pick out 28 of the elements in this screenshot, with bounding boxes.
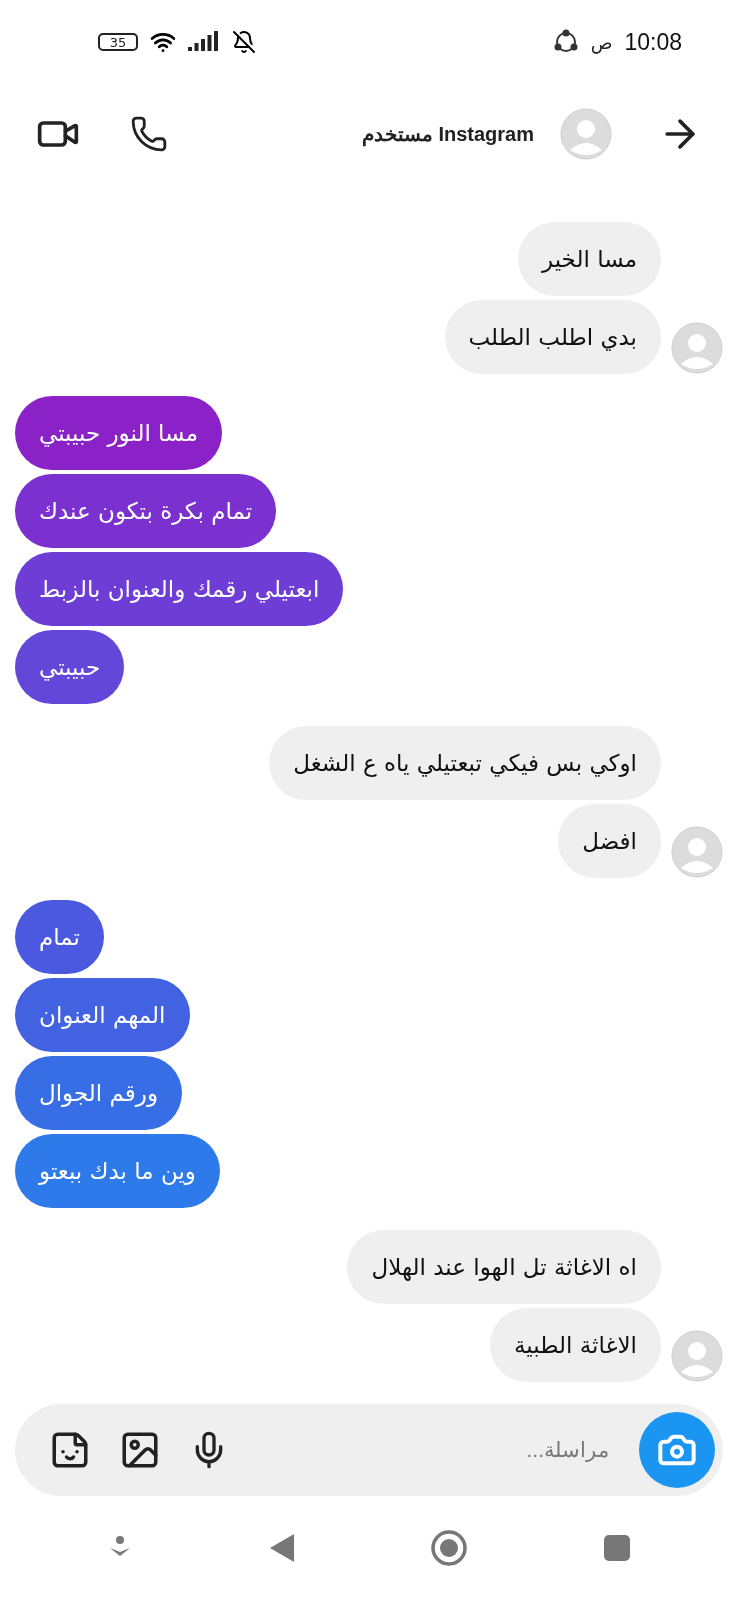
message-input[interactable]: مراسلة... — [257, 1437, 611, 1463]
clock-time: 10:08 — [624, 28, 682, 56]
sent-message: المهم العنوان — [15, 978, 190, 1052]
muted-bell-icon — [232, 30, 256, 54]
battery-icon: 35 — [98, 33, 138, 51]
signal-icon — [188, 31, 220, 53]
period-label: ص — [590, 31, 613, 53]
received-message: اه الاغاثة تل الهوا عند الهلال — [347, 1230, 661, 1304]
sent-message: تمام — [15, 900, 104, 974]
received-message: الاغاثة الطبية — [489, 1308, 661, 1382]
received-message: اوكي بس فيكي تبعتيلي ياه ع الشغل — [269, 726, 661, 800]
sent-message: تمام بكرة بتكون عندك — [15, 474, 277, 548]
received-message: بدي اطلب الطلب — [444, 300, 661, 374]
phone-call-button[interactable] — [130, 115, 168, 153]
sent-message: حبيبتي — [15, 630, 125, 704]
received-message: افضل — [558, 804, 661, 878]
avatar-icon — [560, 108, 612, 160]
sent-message: وين ما بدك ببعتو — [15, 1134, 220, 1208]
camera-button[interactable] — [639, 1412, 715, 1488]
phone-icon — [130, 115, 168, 153]
sent-message: مسا النور حبيبتي — [15, 396, 222, 470]
contact-name: مستخدم Instagram — [360, 122, 534, 146]
sent-message: ورقم الجوال — [15, 1056, 183, 1130]
received-message: مسا الخير — [517, 222, 661, 296]
sync-icon — [552, 29, 579, 55]
home-nav-icon[interactable] — [430, 1529, 469, 1567]
recents-nav-icon[interactable] — [602, 1534, 631, 1562]
sent-message: ابعتيلي رقمك والعنوان بالزبط — [15, 552, 344, 626]
